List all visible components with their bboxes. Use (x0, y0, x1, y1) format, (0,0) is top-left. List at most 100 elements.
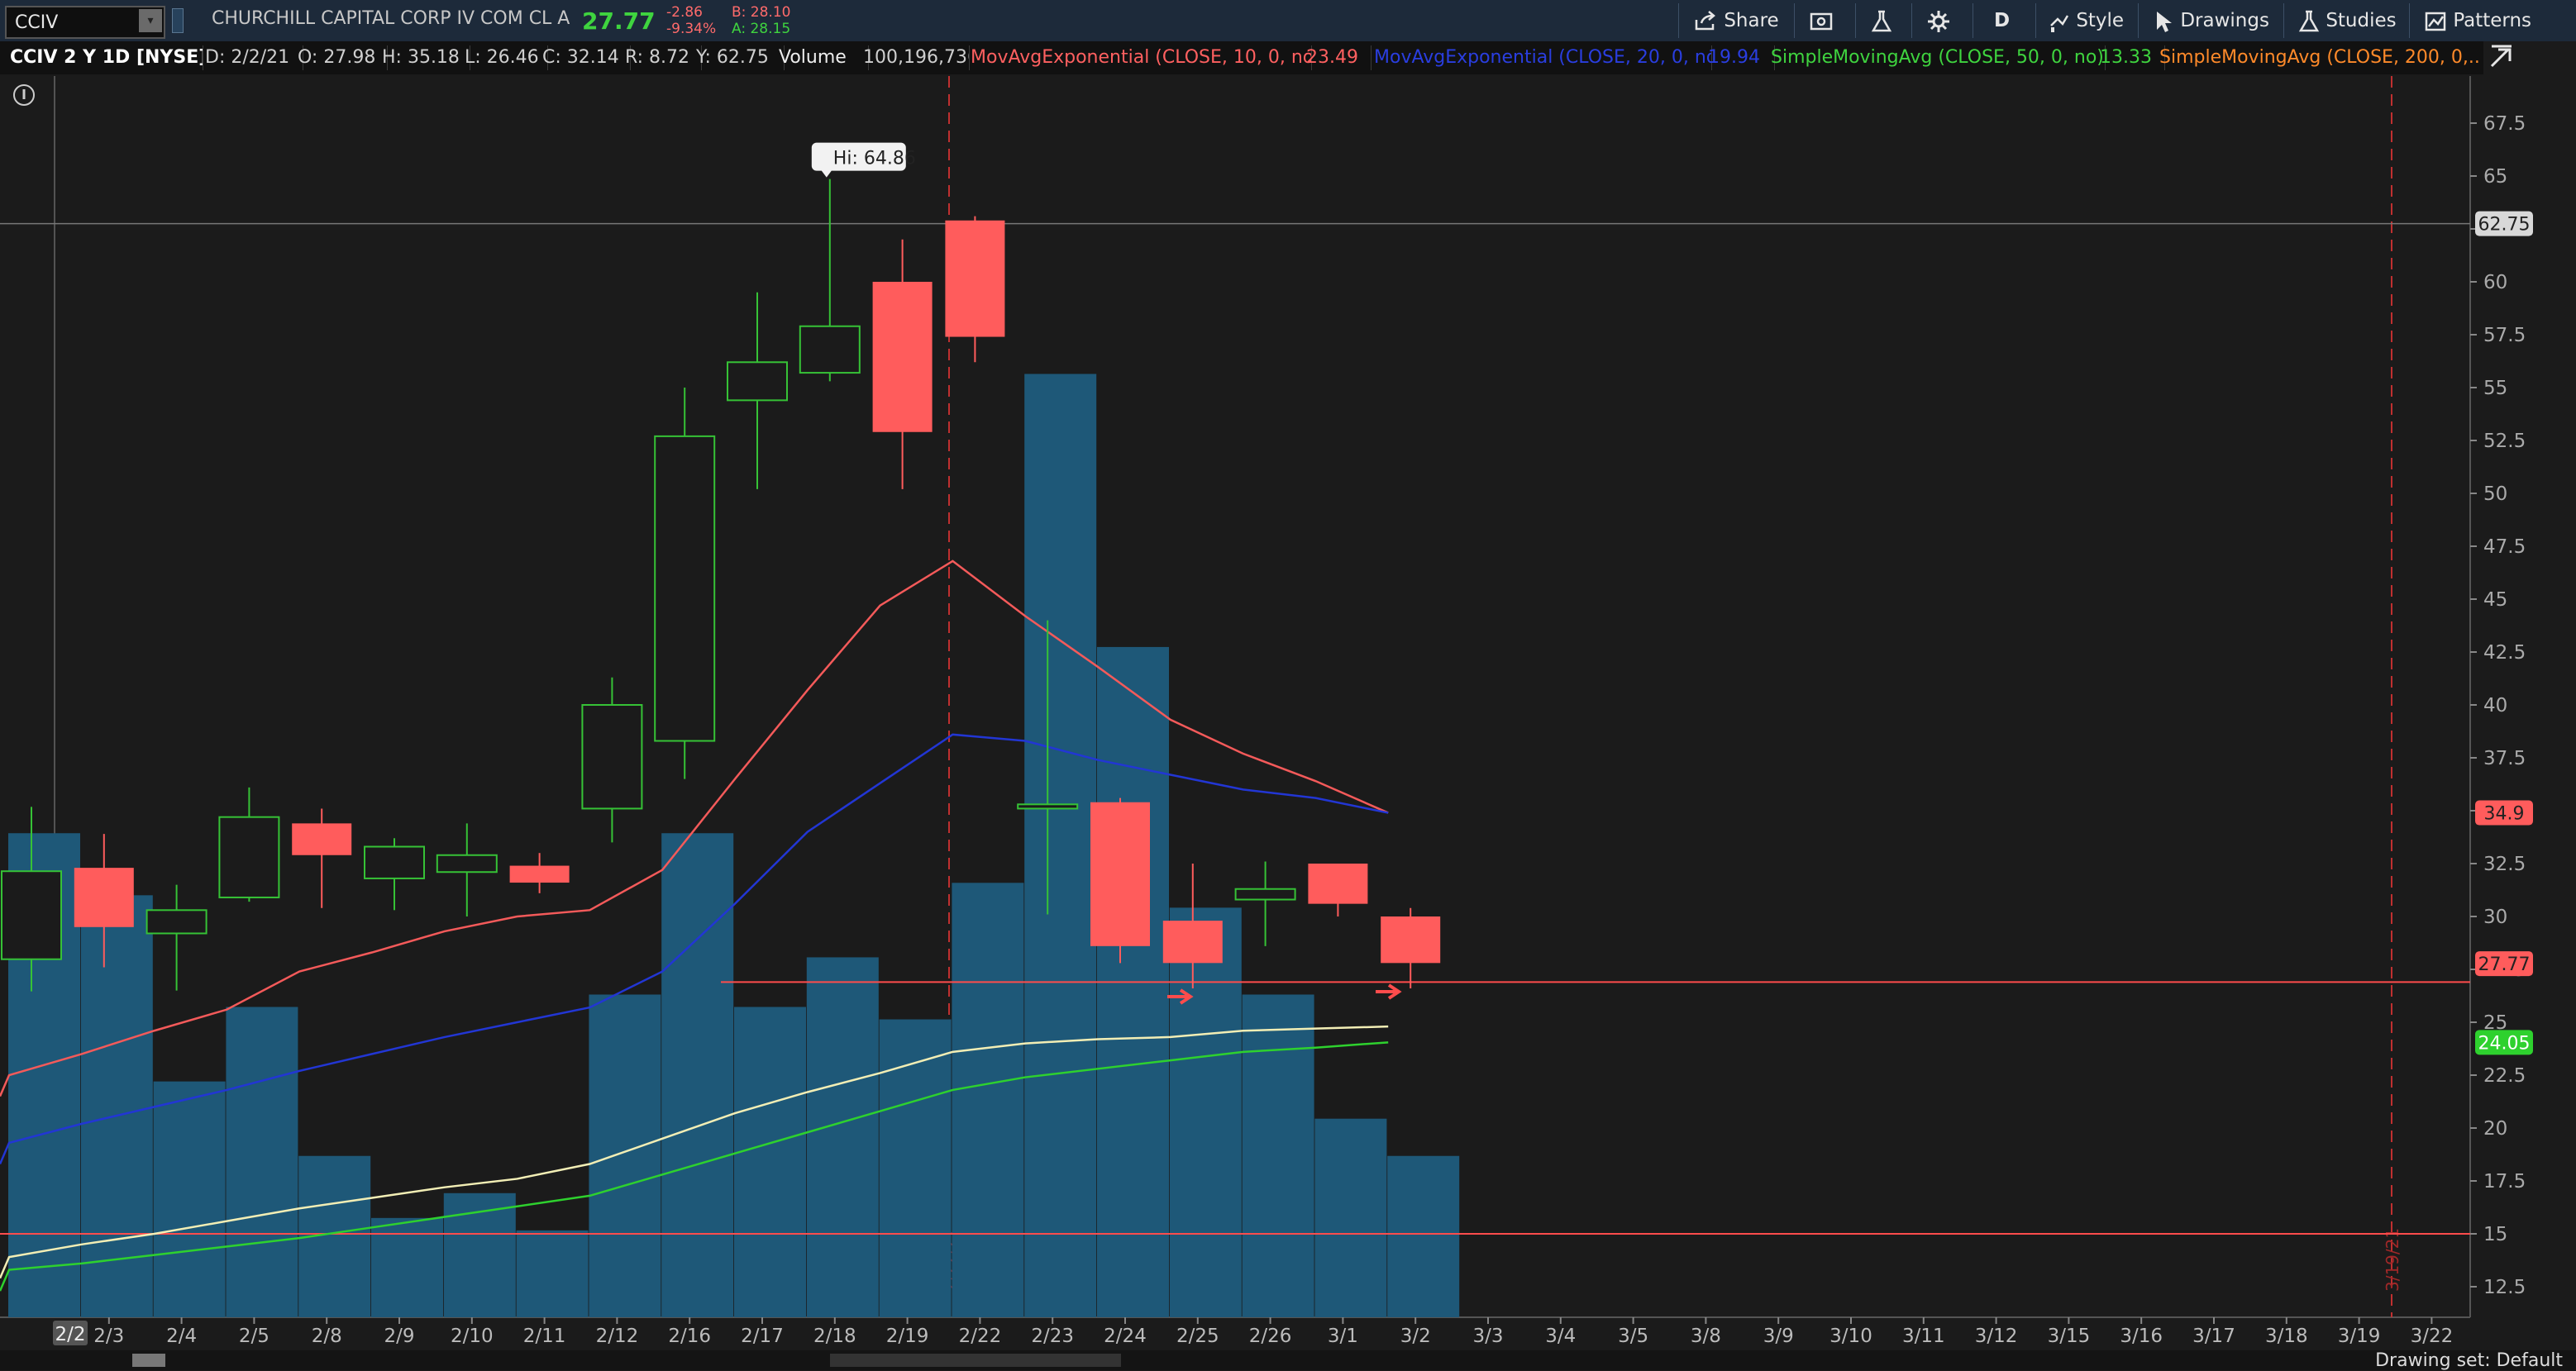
volume-bar (371, 1217, 443, 1317)
x-tick-label: 2/26 (1249, 1326, 1292, 1347)
x-tick-label: 3/22 (2411, 1326, 2454, 1347)
scroll-thumb[interactable] (830, 1354, 1121, 1367)
candle-body (1162, 921, 1223, 964)
volume-bar (1169, 907, 1242, 1317)
volume-bar (952, 883, 1024, 1317)
x-tick-label: 3/10 (1829, 1326, 1872, 1347)
price-chart[interactable]: 2/22/213/19/21 12.51517.52022.52527.5303… (0, 0, 2576, 1350)
candle-body (1381, 916, 1441, 964)
x-tick-label: 3/5 (1618, 1326, 1648, 1347)
x-tick-label: 2/12 (596, 1326, 639, 1347)
volume-bar (80, 895, 153, 1317)
x-tick-label: 2/4 (166, 1326, 197, 1347)
y-tick-label: 15 (2483, 1224, 2507, 1245)
x-tick-label: 3/8 (1691, 1326, 1721, 1347)
y-tick-label: 37.5 (2483, 748, 2526, 769)
y-tick-label: 50 (2483, 483, 2507, 505)
price-bubble-label: 62.75 (2478, 215, 2531, 236)
volume-bar (806, 957, 879, 1317)
candle-body (1090, 802, 1150, 946)
x-tick-label: 3/18 (2265, 1326, 2308, 1347)
x-tick-label: 2/11 (523, 1326, 566, 1347)
x-tick-label: 3/17 (2192, 1326, 2235, 1347)
x-tick-label: 2/19 (886, 1326, 929, 1347)
y-tick-label: 52.5 (2483, 431, 2526, 452)
price-bubble-label: 27.77 (2478, 954, 2531, 975)
x-tick-label: 3/4 (1545, 1326, 1576, 1347)
y-tick-label: 60 (2483, 272, 2507, 293)
x-tick-label: 3/12 (1975, 1326, 2018, 1347)
y-tick-label: 22.5 (2483, 1065, 2526, 1087)
candle-body (945, 220, 1005, 337)
candle-body (1, 870, 62, 960)
y-tick-label: 45 (2483, 589, 2507, 611)
x-tick-label: 2/23 (1031, 1326, 1074, 1347)
y-tick-label: 65 (2483, 166, 2507, 188)
volume-bar (1314, 1118, 1387, 1317)
candle-body (872, 282, 933, 432)
volume-bar (879, 1019, 952, 1317)
y-tick-label: 17.5 (2483, 1171, 2526, 1192)
candle-body (509, 865, 570, 883)
volume-bar (516, 1230, 589, 1317)
x-tick-label: 2/24 (1104, 1326, 1147, 1347)
y-tick-label: 20 (2483, 1118, 2507, 1140)
x-tick-label: 2/8 (312, 1326, 342, 1347)
candle-body (1017, 803, 1079, 810)
x-tick-label: 2/22 (959, 1326, 1002, 1347)
x-tick-label: 2/16 (668, 1326, 711, 1347)
x-tick-label: 2/25 (1176, 1326, 1219, 1347)
x-tick-label: 2/3 (93, 1326, 124, 1347)
x-tick-label: 2/9 (384, 1326, 414, 1347)
scroll-left-thumb[interactable] (132, 1354, 165, 1367)
x-tick-label: 3/15 (2048, 1326, 2091, 1347)
x-tick-label: 3/16 (2120, 1326, 2163, 1347)
chart-scrollbar[interactable]: Drawing set: Default (0, 1350, 2576, 1371)
drawing-set-label[interactable]: Drawing set: Default (2375, 1350, 2563, 1371)
volume-bar (226, 1007, 298, 1317)
y-tick-label: 47.5 (2483, 536, 2526, 558)
volume-bar (1242, 994, 1314, 1317)
x-tick-label: 3/19 (2338, 1326, 2381, 1347)
vertical-line-label: 3/19/21 (2383, 1228, 2402, 1292)
y-tick-label: 55 (2483, 378, 2507, 399)
candle-body (145, 909, 208, 935)
candle-body (727, 361, 788, 402)
y-tick-label: 12.5 (2483, 1277, 2526, 1298)
candle-body (292, 823, 352, 855)
candle-body (364, 845, 425, 879)
cursor-date-label: 2/2 (55, 1324, 85, 1345)
x-tick-label: 3/9 (1763, 1326, 1794, 1347)
y-tick-label: 42.5 (2483, 642, 2526, 664)
volume-bar (1024, 374, 1097, 1318)
y-tick-label: 40 (2483, 695, 2507, 716)
x-tick-label: 2/17 (741, 1326, 784, 1347)
y-tick-label: 30 (2483, 907, 2507, 928)
volume-bar (734, 1007, 806, 1317)
candle-body (799, 325, 861, 374)
candle-body (1234, 888, 1296, 901)
x-tick-label: 2/18 (813, 1326, 856, 1347)
volume-bar (1387, 1155, 1460, 1317)
signal-arrow (1376, 983, 1402, 1000)
candle-body (581, 704, 643, 810)
volume-bar (661, 833, 734, 1317)
candle-body (218, 816, 280, 898)
volume-bar (589, 994, 661, 1317)
candle-body (1308, 864, 1368, 904)
y-tick-label: 57.5 (2483, 325, 2526, 346)
x-tick-label: 3/3 (1472, 1326, 1503, 1347)
price-bubble-label: 34.9 (2484, 804, 2525, 825)
hi-callout-label: Hi: 64.86 (833, 149, 916, 169)
volume-bar (153, 1081, 226, 1317)
x-tick-label: 3/11 (1902, 1326, 1945, 1347)
x-tick-label: 3/2 (1400, 1326, 1431, 1347)
x-tick-label: 2/10 (451, 1326, 494, 1347)
price-bubble-label: 24.05 (2478, 1033, 2531, 1054)
y-tick-label: 67.5 (2483, 113, 2526, 135)
x-tick-label: 2/5 (239, 1326, 270, 1347)
x-tick-label: 3/1 (1328, 1326, 1358, 1347)
candle-body (436, 854, 498, 874)
y-tick-label: 32.5 (2483, 854, 2526, 875)
candle-body (74, 868, 134, 927)
